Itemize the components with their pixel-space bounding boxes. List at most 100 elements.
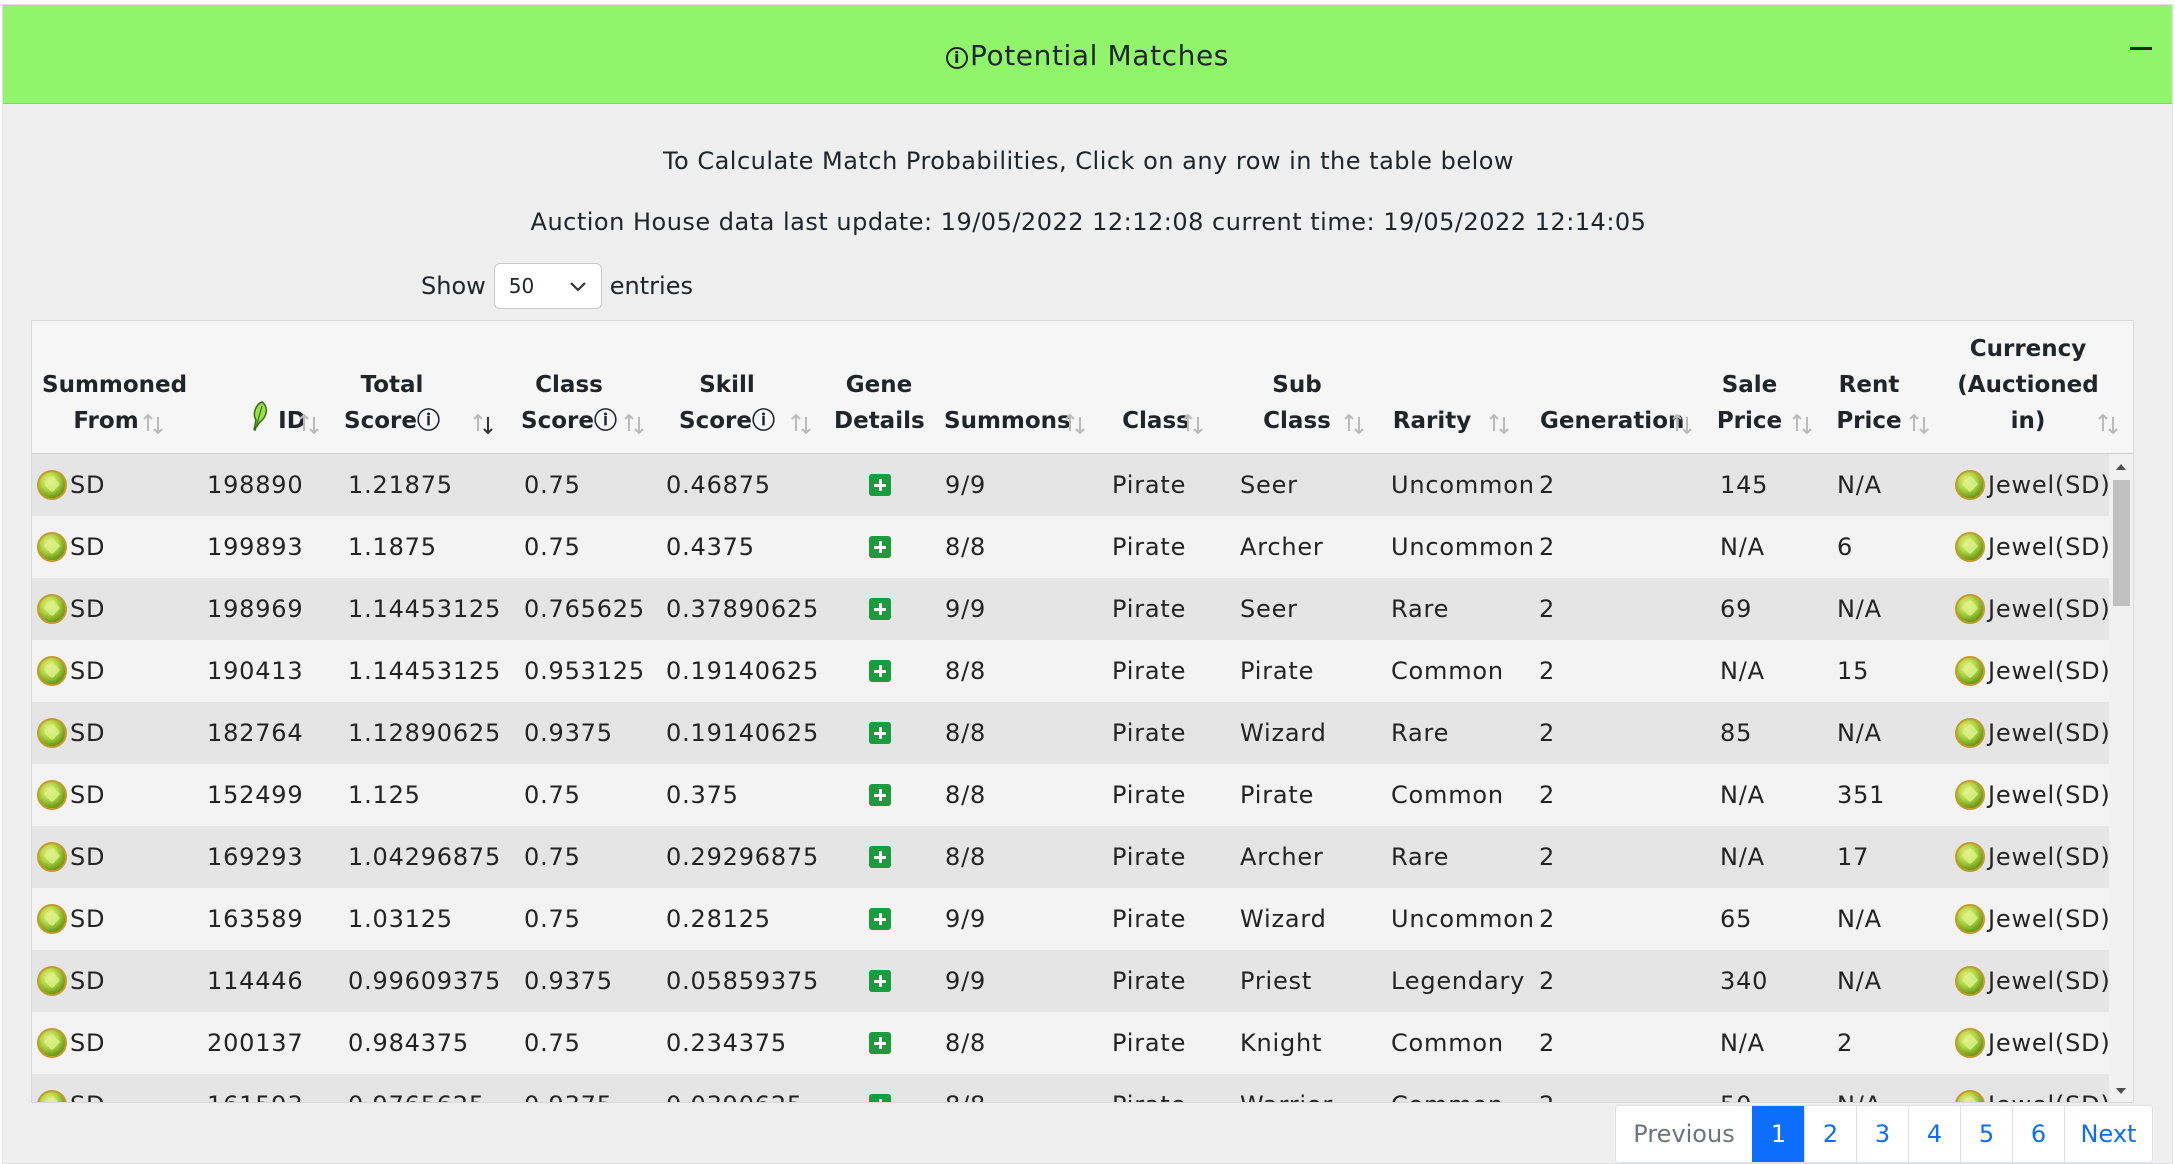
entries-label: entries	[609, 272, 693, 300]
cell-gene-details[interactable]	[869, 702, 891, 764]
next-page-button[interactable]: Next	[2064, 1106, 2152, 1162]
column-header-class-score[interactable]: Class Scoreⓘ	[520, 367, 644, 439]
cell-gene-details[interactable]	[869, 516, 891, 578]
gene-details-plus-icon[interactable]	[869, 660, 891, 682]
table-row[interactable]: SD 161593 0.9765625 0.9375 0.0390625 8/8 Pirat…	[32, 1074, 2133, 1102]
column-header-currency[interactable]: Currency (Auctioned in)	[1938, 331, 2118, 439]
cell-currency: Jewel(SD)	[1955, 1012, 2111, 1074]
cell-gene-details[interactable]	[869, 640, 891, 702]
cell-text: 0.765625	[524, 595, 645, 623]
sort-icon[interactable]	[296, 411, 322, 437]
cell-gene-details[interactable]	[869, 1012, 891, 1074]
sort-icon[interactable]	[1062, 411, 1088, 437]
cell-gene-details[interactable]	[869, 826, 891, 888]
table-scrollbar[interactable]	[2109, 454, 2133, 1102]
page-button-1[interactable]: 1	[1752, 1106, 1804, 1162]
sort-icon[interactable]	[1486, 411, 1512, 437]
page-button-2[interactable]: 2	[1804, 1106, 1856, 1162]
cell-text: Pirate	[1112, 657, 1187, 685]
table-row[interactable]: SD 198969 1.14453125 0.765625 0.37890625 9/9 P…	[32, 578, 2133, 640]
cell-text: 351	[1837, 781, 1886, 809]
cell-text: 8/8	[945, 533, 987, 561]
cell-skill-score: 0.0390625	[666, 1074, 803, 1102]
cell-skill-score: 0.19140625	[666, 640, 819, 702]
column-header-gene-details[interactable]: Gene Details	[834, 367, 925, 439]
cell-currency: Jewel(SD)	[1955, 764, 2111, 826]
cell-text: 2	[1539, 781, 1556, 809]
cell-id: 169293	[207, 826, 303, 888]
page-button-3[interactable]: 3	[1856, 1106, 1908, 1162]
table-row[interactable]: SD 190413 1.14453125 0.953125 0.19140625 8/8 P…	[32, 640, 2133, 702]
column-header-class[interactable]: Class	[1115, 403, 1203, 439]
column-header-generation[interactable]: Generation	[1540, 403, 1692, 439]
cell-text: Jewel(SD)	[1988, 843, 2111, 871]
cell-sub-class: Warrior	[1240, 1074, 1333, 1102]
gene-details-plus-icon[interactable]	[869, 474, 891, 496]
column-header-skill-score[interactable]: Skill Scoreⓘ	[677, 367, 811, 439]
sort-icon[interactable]	[2095, 411, 2121, 437]
gene-details-plus-icon[interactable]	[869, 908, 891, 930]
previous-page-button[interactable]: Previous	[1616, 1106, 1752, 1162]
gene-details-plus-icon[interactable]	[869, 784, 891, 806]
cell-gene-details[interactable]	[869, 1074, 891, 1102]
panel-header[interactable]: i Potential Matches	[3, 5, 2172, 104]
cell-gene-details[interactable]	[869, 578, 891, 640]
cell-gene-details[interactable]	[869, 888, 891, 950]
table-row[interactable]: SD 114446 0.99609375 0.9375 0.05859375 9/9 Pir…	[32, 950, 2133, 1012]
sort-icon[interactable]	[788, 411, 814, 437]
cell-gene-details[interactable]	[869, 950, 891, 1012]
column-header-sub-class[interactable]: Sub Class	[1247, 367, 1364, 439]
sort-icon[interactable]	[1906, 411, 1932, 437]
column-header-summoned-from[interactable]: Summoned From	[42, 367, 187, 439]
table-row[interactable]: SD 198890 1.21875 0.75 0.46875 9/9 Pirate Seer U…	[32, 454, 2133, 516]
gene-details-plus-icon[interactable]	[869, 846, 891, 868]
gene-details-plus-icon[interactable]	[869, 536, 891, 558]
cell-gene-details[interactable]	[869, 764, 891, 826]
column-header-id[interactable]: ID	[232, 400, 322, 439]
sort-icon[interactable]	[1669, 411, 1695, 437]
sort-icon[interactable]	[621, 411, 647, 437]
column-header-rarity[interactable]: Rarity	[1382, 403, 1509, 439]
sort-icon[interactable]	[1180, 411, 1206, 437]
sort-icon[interactable]	[140, 411, 166, 437]
cell-text: Jewel(SD)	[1988, 595, 2111, 623]
cell-text: 9/9	[945, 595, 987, 623]
auction-update-text: Auction House data last update: 19/05/20…	[530, 208, 1647, 236]
cell-gene-details[interactable]	[869, 454, 891, 516]
gene-details-plus-icon[interactable]	[869, 970, 891, 992]
scrollbar-thumb[interactable]	[2113, 480, 2130, 606]
table-row[interactable]: SD 199893 1.1875 0.75 0.4375 8/8 Pirate Archer U…	[32, 516, 2133, 578]
entries-select[interactable]: 50	[493, 263, 602, 309]
collapse-icon[interactable]	[2130, 43, 2152, 55]
table-row[interactable]: SD 169293 1.04296875 0.75 0.29296875 8/8 Pirat…	[32, 826, 2133, 888]
column-header-rent-price[interactable]: Rent Price	[1829, 367, 1929, 439]
column-header-summons[interactable]: Summons	[944, 403, 1085, 439]
jewel-coin-icon	[1955, 1090, 1985, 1102]
gene-details-plus-icon[interactable]	[869, 722, 891, 744]
page-button-6[interactable]: 6	[2012, 1106, 2064, 1162]
cell-text: Pirate	[1112, 967, 1187, 995]
cell-class: Pirate	[1112, 516, 1186, 578]
cell-sub-class: Archer	[1240, 516, 1324, 578]
cell-rent-price: 17	[1837, 826, 1869, 888]
table-row[interactable]: SD 200137 0.984375 0.75 0.234375 8/8 Pirate Kni…	[32, 1012, 2133, 1074]
gene-details-plus-icon[interactable]	[869, 1032, 891, 1054]
scroll-up-icon[interactable]	[2116, 464, 2126, 470]
cell-text: 0.75	[524, 781, 581, 809]
gene-details-plus-icon[interactable]	[869, 598, 891, 620]
sort-icon[interactable]	[1789, 411, 1815, 437]
column-header-total-score[interactable]: Total Scoreⓘ	[332, 367, 493, 439]
sort-icon[interactable]	[470, 411, 496, 437]
column-header-sale-price[interactable]: Sale Price	[1712, 367, 1812, 439]
table-row[interactable]: SD 163589 1.03125 0.75 0.28125 9/9 Pirate Wizar…	[32, 888, 2133, 950]
table-row[interactable]: SD 182764 1.12890625 0.9375 0.19140625 8/8 Pir…	[32, 702, 2133, 764]
scroll-down-icon[interactable]	[2116, 1088, 2126, 1094]
gene-details-plus-icon[interactable]	[869, 1094, 891, 1102]
page-button-4[interactable]: 4	[1908, 1106, 1960, 1162]
page-button-5[interactable]: 5	[1960, 1106, 2012, 1162]
cell-text: Pirate	[1240, 657, 1315, 685]
column-header-label: Rent Price	[1836, 372, 1902, 434]
sort-icon[interactable]	[1341, 411, 1367, 437]
cell-text: N/A	[1837, 595, 1882, 623]
table-row[interactable]: SD 152499 1.125 0.75 0.375 8/8 Pirate Pirate Com…	[32, 764, 2133, 826]
